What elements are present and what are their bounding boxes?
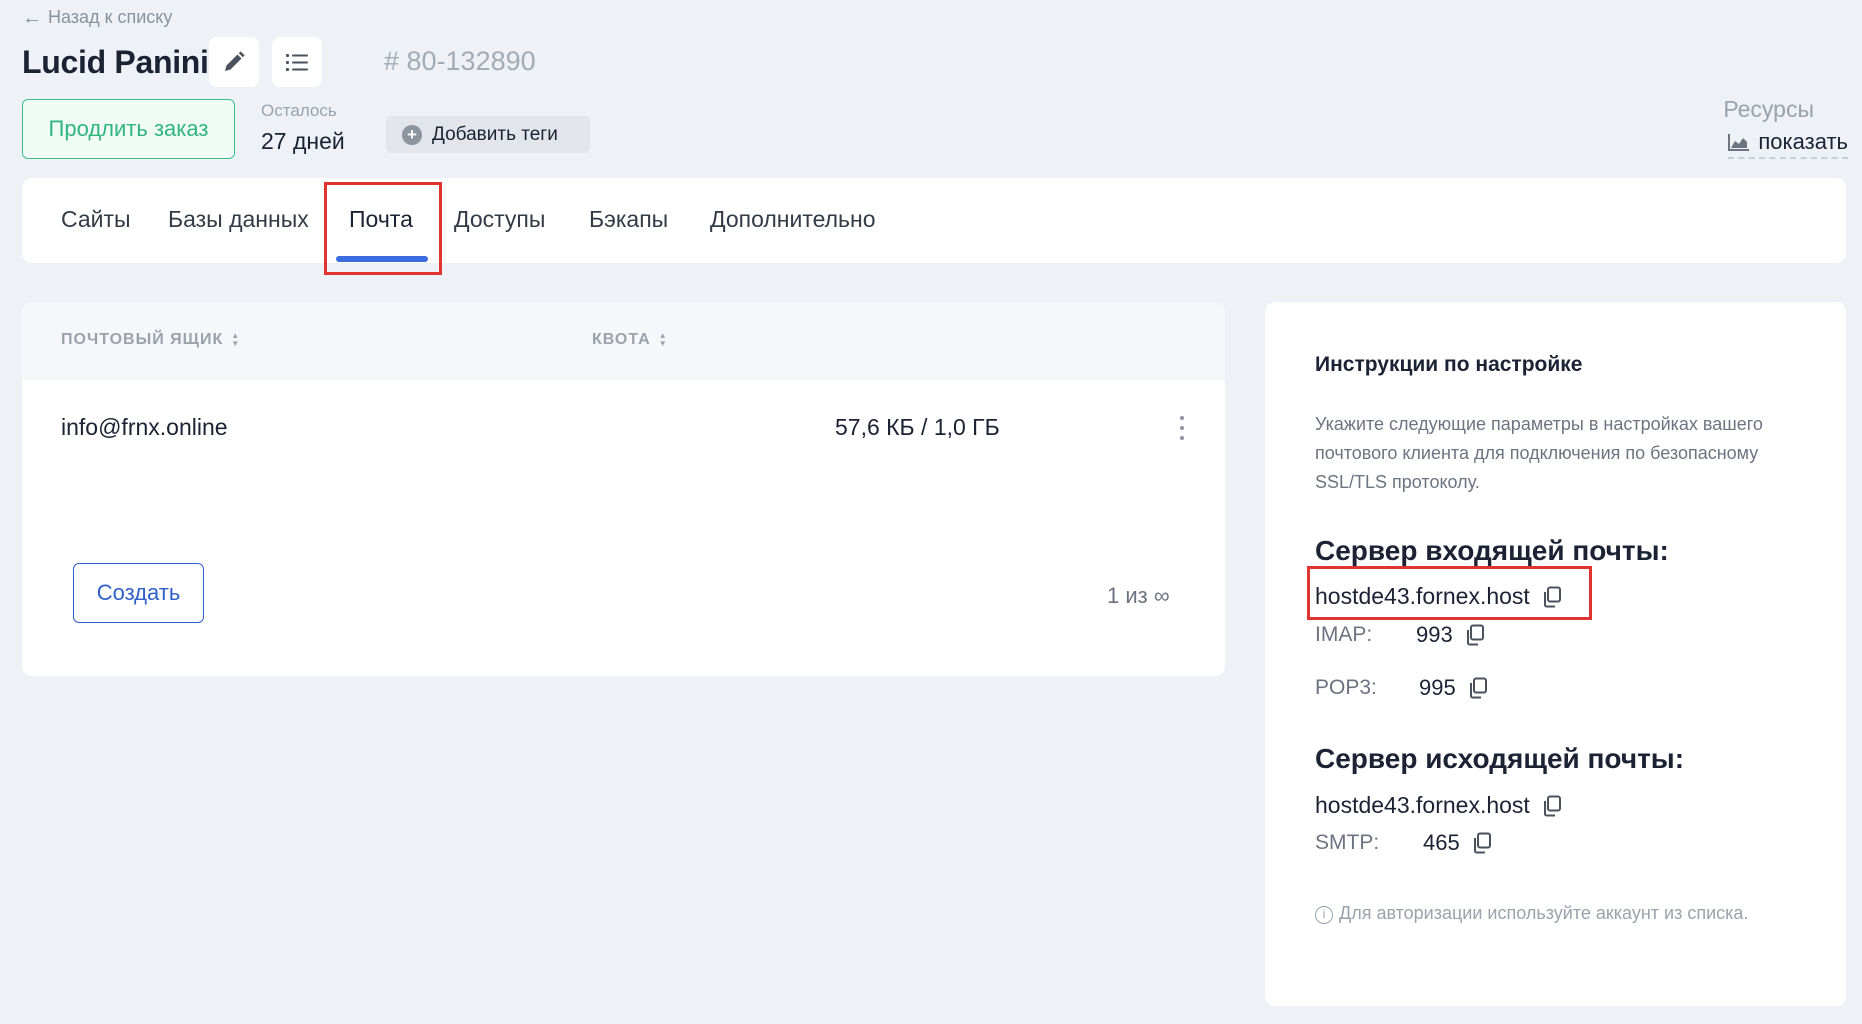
row-menu-kebab-icon[interactable] bbox=[1172, 414, 1192, 442]
copy-icon[interactable] bbox=[1542, 586, 1562, 608]
tab-access[interactable]: Доступы bbox=[454, 206, 545, 233]
active-tab-indicator bbox=[336, 256, 428, 262]
add-tags-button[interactable]: + Добавить теги bbox=[386, 116, 590, 153]
tab-databases[interactable]: Базы данных bbox=[168, 206, 309, 233]
order-number: # 80-132890 bbox=[384, 46, 536, 76]
back-to-list-link[interactable]: ← Назад к списку bbox=[22, 7, 172, 28]
column-header-mailbox[interactable]: ПОЧТОВЫЙ ЯЩИК ▲ ▼ bbox=[61, 331, 240, 349]
setup-instructions-card: Инструкции по настройке Укажите следующи… bbox=[1265, 302, 1846, 1006]
resources-label: Ресурсы bbox=[1723, 96, 1814, 122]
smtp-port: 465 bbox=[1423, 830, 1460, 855]
arrow-left-icon: ← bbox=[22, 6, 42, 29]
imap-row: IMAP: 993 bbox=[1315, 622, 1485, 648]
outgoing-host-row: hostde43.fornex.host bbox=[1315, 792, 1562, 819]
smtp-row: SMTP: 465 bbox=[1315, 830, 1492, 856]
copy-icon[interactable] bbox=[1465, 624, 1485, 646]
page-root: ← Назад к списку Lucid Panini # 80-13289… bbox=[0, 0, 1862, 1024]
pencil-icon bbox=[225, 51, 245, 71]
back-link-label: Назад к списку bbox=[48, 7, 173, 27]
incoming-host-row: hostde43.fornex.host bbox=[1315, 583, 1562, 610]
imap-port: 993 bbox=[1416, 622, 1453, 647]
plus-circle-icon: + bbox=[402, 124, 422, 145]
tab-mail[interactable]: Почта bbox=[349, 206, 413, 233]
tab-additional[interactable]: Дополнительно bbox=[710, 206, 876, 233]
page-title: Lucid Panini bbox=[22, 44, 209, 80]
instructions-description: Укажите следующие параметры в настройках… bbox=[1315, 414, 1763, 492]
column-header-quota[interactable]: КВОТА ▲ ▼ bbox=[592, 331, 668, 349]
details-list-button[interactable] bbox=[272, 37, 322, 87]
pop3-row: POP3: 995 bbox=[1315, 675, 1488, 701]
sort-icon: ▲ ▼ bbox=[231, 331, 241, 348]
info-icon: i bbox=[1315, 906, 1333, 924]
copy-icon[interactable] bbox=[1468, 677, 1488, 699]
mailbox-table-card: ПОЧТОВЫЙ ЯЩИК ▲ ▼ КВОТА ▲ ▼ info@frnx.onli… bbox=[22, 302, 1225, 676]
list-icon bbox=[286, 54, 308, 71]
mailbox-address: info@frnx.online bbox=[61, 414, 228, 440]
pop3-label: POP3: bbox=[1315, 676, 1377, 699]
incoming-server-title: Сервер входящей почты: bbox=[1315, 535, 1669, 566]
outgoing-server-title: Сервер исходящей почты: bbox=[1315, 743, 1685, 774]
remaining-label: Осталось bbox=[261, 101, 337, 120]
imap-label: IMAP: bbox=[1315, 623, 1373, 646]
sort-icon: ▲ ▼ bbox=[658, 331, 668, 348]
tab-backups[interactable]: Бэкапы bbox=[589, 206, 668, 233]
smtp-label: SMTP: bbox=[1315, 831, 1380, 854]
mailbox-quota: 57,6 КБ / 1,0 ГБ bbox=[835, 414, 1000, 440]
auth-note-text: Для авторизации используйте аккаунт из с… bbox=[1339, 903, 1749, 923]
instructions-title: Инструкции по настройке bbox=[1315, 353, 1583, 376]
add-tags-label: Добавить теги bbox=[432, 123, 558, 145]
copy-icon[interactable] bbox=[1542, 795, 1562, 817]
edit-button[interactable] bbox=[209, 37, 259, 87]
copy-icon[interactable] bbox=[1472, 832, 1492, 854]
chart-area-icon bbox=[1728, 134, 1750, 151]
resources-show-label: показать bbox=[1758, 129, 1848, 154]
renew-order-button[interactable]: Продлить заказ bbox=[22, 99, 235, 159]
mailbox-counter: 1 из ∞ bbox=[1107, 583, 1170, 608]
auth-note: i Для авторизации используйте аккаунт из … bbox=[1315, 899, 1755, 928]
pop3-port: 995 bbox=[1419, 675, 1456, 700]
incoming-host: hostde43.fornex.host bbox=[1315, 583, 1530, 609]
remaining-value: 27 дней bbox=[261, 128, 345, 154]
resources-show-link[interactable]: показать bbox=[1728, 129, 1848, 159]
outgoing-host: hostde43.fornex.host bbox=[1315, 792, 1530, 818]
tab-sites[interactable]: Сайты bbox=[61, 206, 131, 233]
create-mailbox-button[interactable]: Создать bbox=[73, 563, 204, 623]
